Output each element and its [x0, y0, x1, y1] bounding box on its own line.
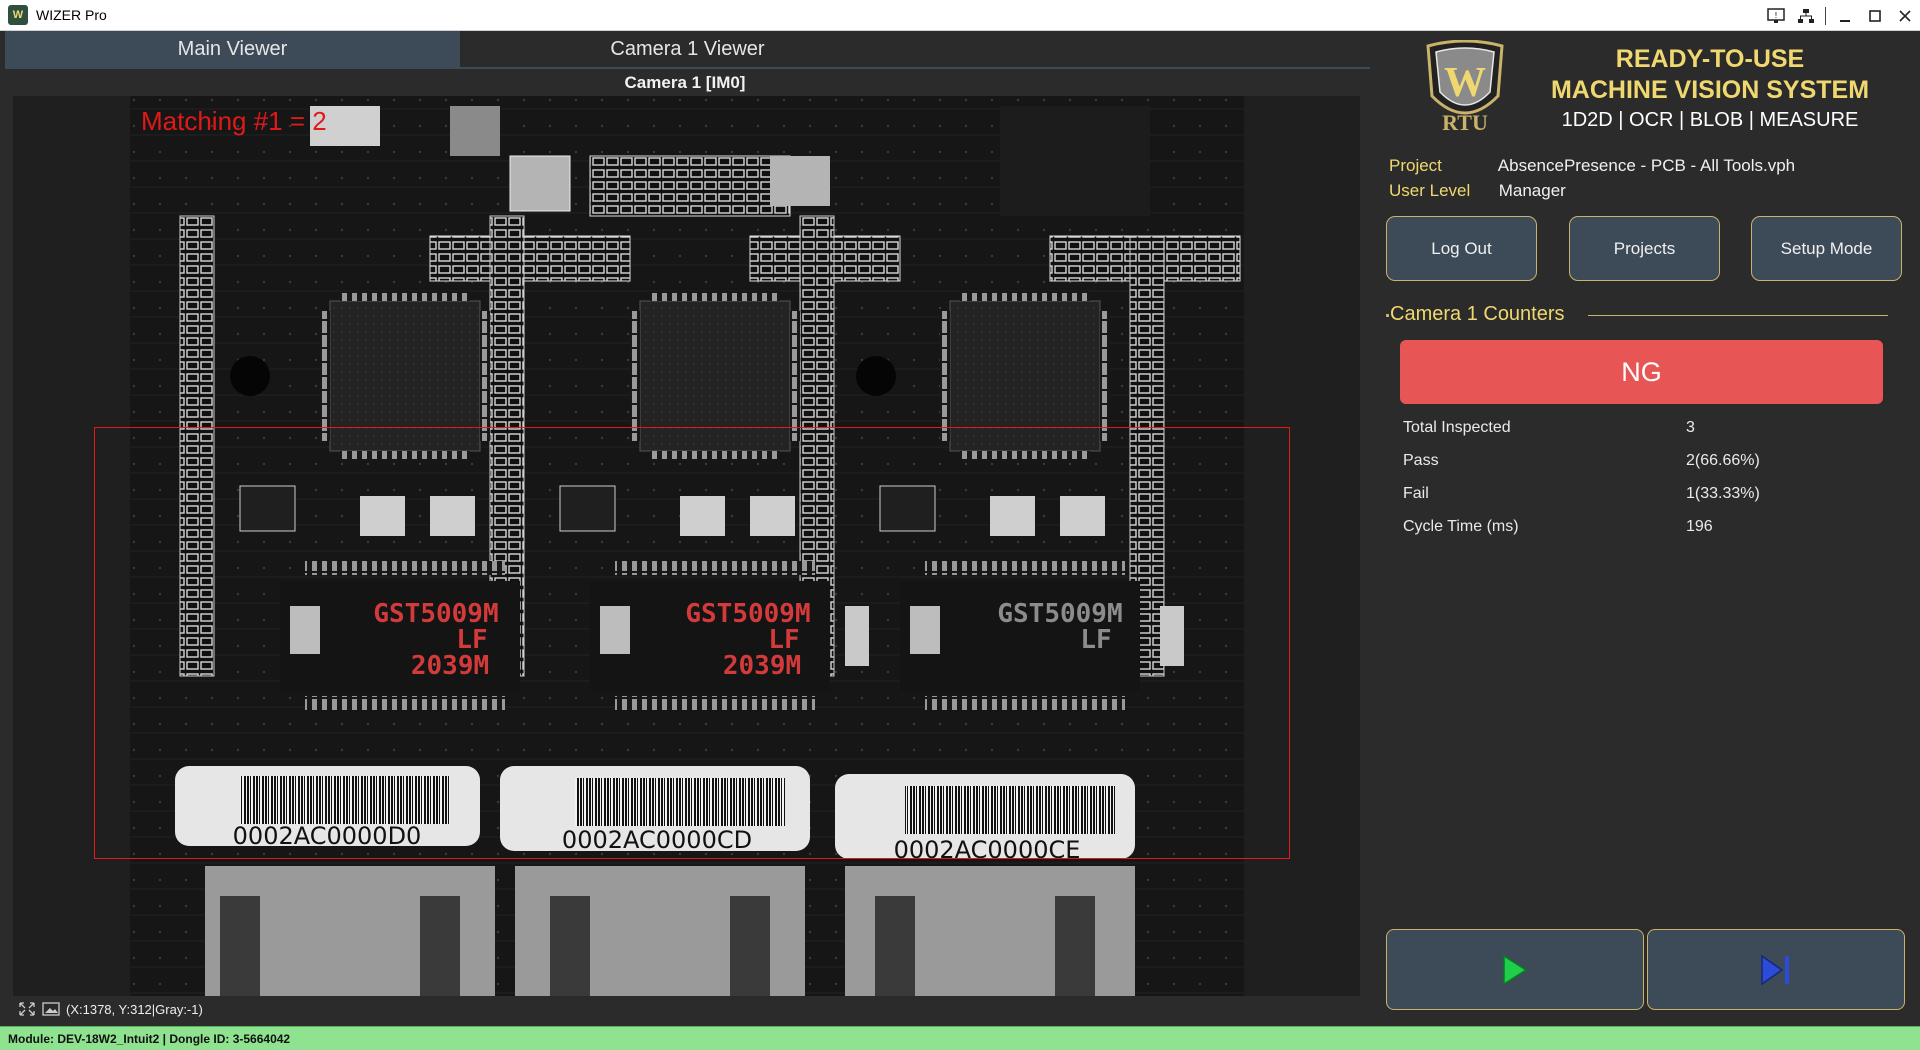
minimize-icon[interactable]: [1830, 0, 1860, 31]
counter-label: Cycle Time (ms): [1403, 518, 1519, 535]
camera-image-viewer[interactable]: GST5009M LF 2039M GST5009M LF 2039M GST5…: [13, 96, 1360, 996]
projects-button[interactable]: Projects: [1569, 216, 1720, 281]
image-icon[interactable]: [42, 1001, 60, 1017]
brand-headline: READY-TO-USE MACHINE VISION SYSTEM: [1510, 44, 1910, 106]
rtu-logo: W RTU: [1426, 40, 1504, 135]
user-level-value: Manager: [1498, 181, 1566, 200]
counter-value: 1(33.33%): [1686, 485, 1760, 502]
counter-label: Fail: [1403, 485, 1429, 502]
project-row: Project AbsencePresence - PCB - All Tool…: [1389, 156, 1795, 176]
tab-underline: [5, 67, 1370, 69]
counter-value: 2(66.66%): [1686, 452, 1760, 469]
viewer-title: Camera 1 [IM0]: [624, 73, 746, 92]
window-controls: !: [1761, 0, 1920, 31]
counters-title: Camera 1 Counters: [1390, 303, 1565, 325]
project-label: Project: [1389, 156, 1442, 175]
counters-rule-left: [1386, 314, 1389, 317]
step-forward-icon: [1761, 954, 1789, 985]
cursor-coordinate-readout: (X:1378, Y:312|Gray:-1): [66, 1001, 203, 1017]
brand-headline-line1: READY-TO-USE: [1615, 45, 1805, 73]
matching-result-overlay: Matching #1 = 2: [141, 106, 327, 136]
svg-text:!: !: [1774, 11, 1777, 20]
maximize-icon[interactable]: [1860, 0, 1890, 31]
result-status-badge: NG: [1400, 340, 1883, 404]
network-icon[interactable]: [1791, 0, 1821, 31]
counters-rule: [1588, 315, 1888, 316]
status-bar: Module: DEV-18W2_Intuit2 | Dongle ID: 3-…: [0, 1026, 1920, 1050]
coordinate-bar: (X:1378, Y:312|Gray:-1): [18, 998, 203, 1020]
log-out-button[interactable]: Log Out: [1386, 216, 1537, 281]
run-button[interactable]: [1386, 929, 1644, 1010]
wizer-app-icon: W: [8, 5, 28, 25]
roi-rectangle[interactable]: [94, 427, 1290, 859]
user-level-row: User Level Manager: [1389, 181, 1566, 201]
counter-label: Pass: [1403, 452, 1439, 469]
setup-mode-button[interactable]: Setup Mode: [1751, 216, 1902, 281]
display-icon[interactable]: !: [1761, 0, 1791, 31]
logo-letter: W: [1444, 60, 1486, 106]
brand-headline-line2: MACHINE VISION SYSTEM: [1550, 76, 1870, 104]
close-icon[interactable]: [1890, 0, 1920, 31]
title-bar: W WIZER Pro !: [0, 0, 1920, 31]
tab-camera-1-viewer[interactable]: Camera 1 Viewer: [460, 31, 915, 67]
counter-label: Total Inspected: [1403, 419, 1511, 436]
counter-value: 196: [1686, 518, 1713, 535]
fit-to-window-icon[interactable]: [18, 1001, 36, 1017]
counter-value: 3: [1686, 419, 1695, 436]
viewer-tabs: Main Viewer Camera 1 Viewer: [5, 31, 1370, 67]
controls-divider: [1825, 6, 1826, 25]
tab-main-viewer[interactable]: Main Viewer: [5, 31, 460, 67]
play-icon: [1503, 954, 1528, 985]
window-title: WIZER Pro: [36, 7, 107, 23]
logo-text: RTU: [1442, 110, 1488, 135]
brand-subline: 1D2D | OCR | BLOB | MEASURE: [1561, 109, 1859, 131]
project-value: AbsencePresence - PCB - All Tools.vph: [1497, 156, 1796, 175]
step-button[interactable]: [1647, 929, 1905, 1010]
user-level-label: User Level: [1389, 181, 1471, 200]
